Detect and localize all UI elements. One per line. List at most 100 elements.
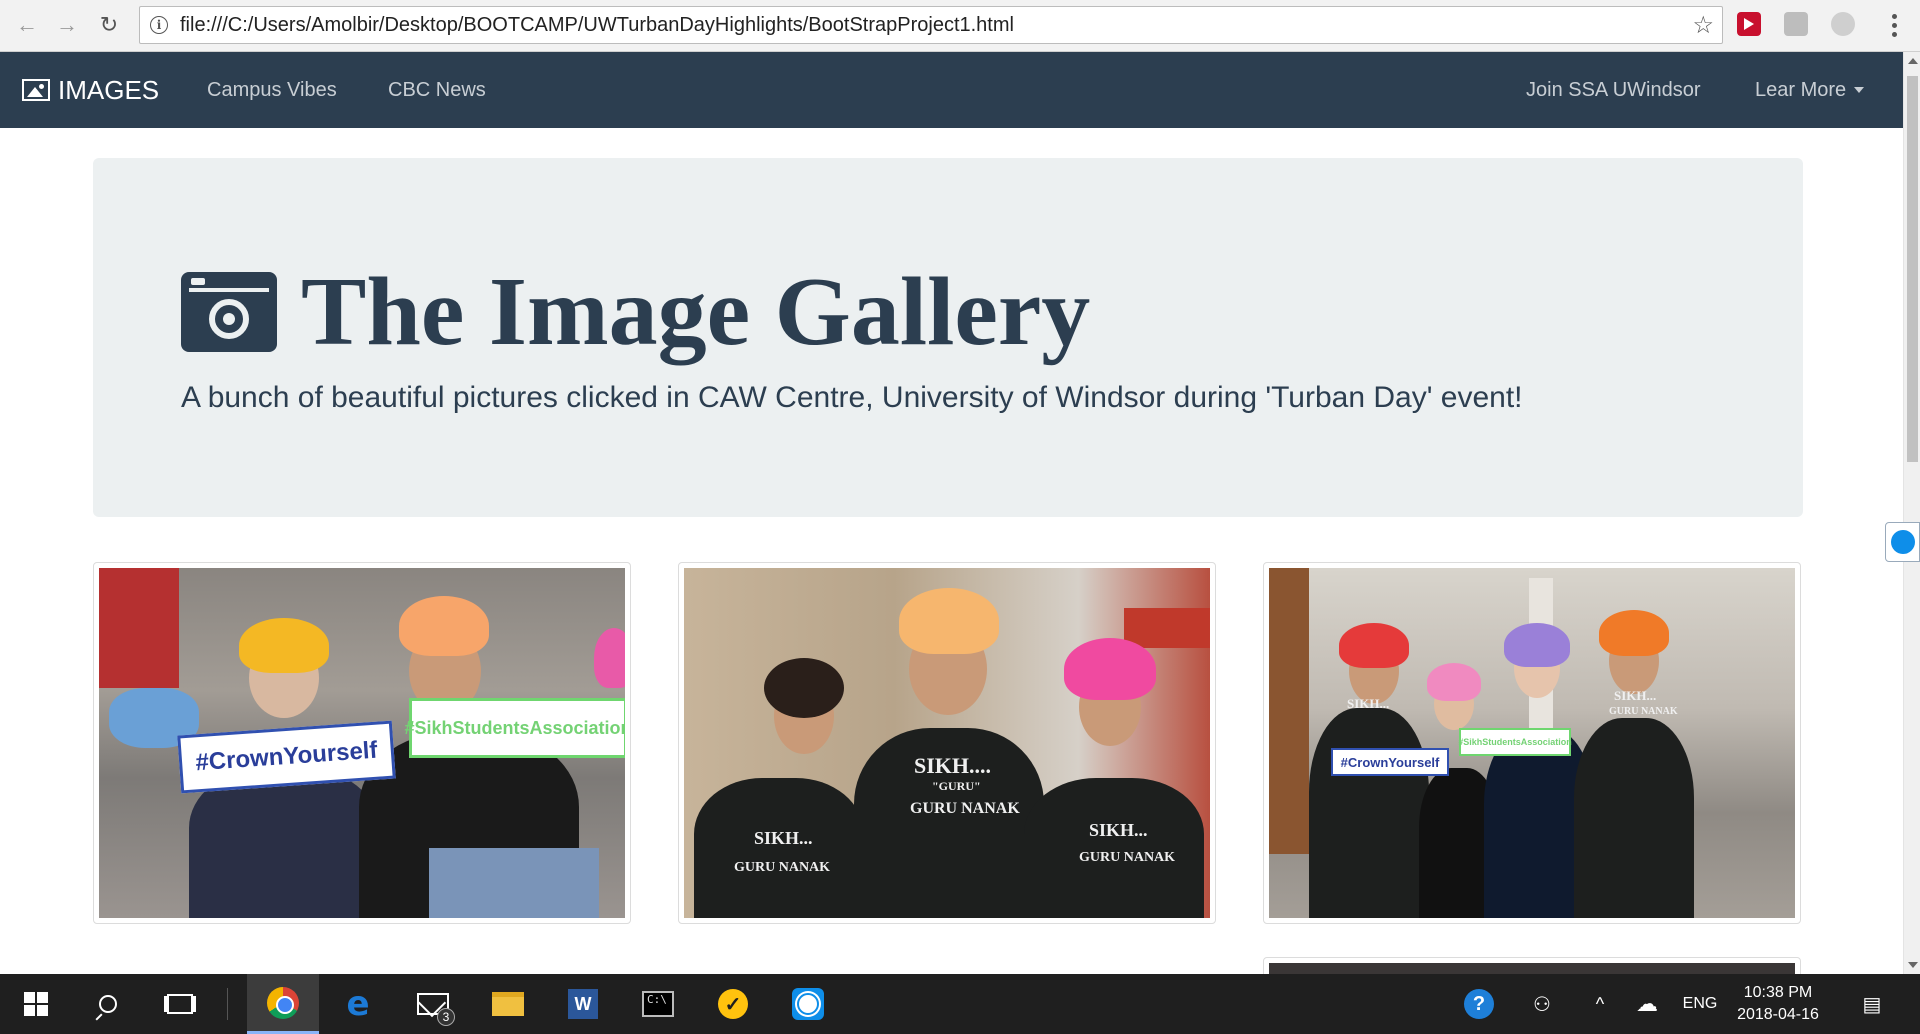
taskbar-app-mail[interactable]: 3: [397, 974, 469, 1034]
scrollbar-thumb[interactable]: [1907, 76, 1918, 462]
tray-people[interactable]: ⚇: [1522, 974, 1562, 1034]
taskbar-app-word[interactable]: W: [547, 974, 619, 1034]
cloud-icon: ☁: [1636, 991, 1658, 1016]
terminal-icon: C:\: [642, 991, 674, 1017]
gallery-thumbnail[interactable]: [1263, 957, 1801, 974]
taskbar-app-file-explorer[interactable]: [472, 974, 544, 1034]
extension-icon[interactable]: [1831, 12, 1855, 36]
browser-menu-icon[interactable]: [1884, 10, 1904, 40]
person-turban: [899, 588, 999, 654]
shirt-text: GURU NANAK: [1609, 706, 1678, 717]
navbar-brand[interactable]: IMAGES: [22, 52, 159, 128]
clock-date: 2018-04-16: [1737, 1006, 1819, 1023]
tray-show-hidden[interactable]: ^: [1582, 974, 1618, 1034]
video-extension-icon[interactable]: [1737, 12, 1761, 36]
gallery-photo[interactable]: [1269, 963, 1795, 974]
shirt-text: SIKH...: [1614, 688, 1657, 703]
folder-icon: [492, 992, 524, 1016]
teamviewer-side-tab[interactable]: [1885, 522, 1920, 562]
nav-dropdown-learn-more[interactable]: Lear More: [1755, 52, 1865, 128]
shirt-text: SIKH...: [1347, 696, 1390, 711]
taskbar-app-command-prompt[interactable]: C:\: [622, 974, 694, 1034]
windows-logo-icon: [24, 992, 48, 1016]
nav-link-cbc-news[interactable]: CBC News: [388, 52, 486, 128]
search-icon: [99, 995, 117, 1013]
gallery-photo[interactable]: #CrownYourself #SikhStudentsAssociation: [99, 568, 625, 918]
people-icon: ⚇: [1533, 993, 1551, 1016]
person-shirt: [1024, 778, 1204, 918]
info-icon[interactable]: i: [150, 16, 168, 34]
tray-clock[interactable]: 10:38 PM 2018-04-16: [1728, 974, 1828, 1034]
shirt-text: SIKH...: [1089, 820, 1148, 840]
taskbar-app-edge[interactable]: e: [322, 974, 394, 1034]
reload-button[interactable]: ↻: [94, 10, 124, 40]
nav-link-join-ssa[interactable]: Join SSA UWindsor: [1526, 52, 1701, 128]
shirt-text: GURU NANAK: [910, 800, 1020, 817]
person-turban: [399, 596, 489, 656]
tray-language[interactable]: ENG: [1677, 974, 1723, 1034]
gallery-thumbnail[interactable]: SIKH... SIKH... GURU NANAK #CrownYoursel…: [1263, 562, 1801, 924]
person-turban: [239, 618, 329, 673]
taskbar-app-chrome[interactable]: [247, 974, 319, 1034]
lead-text: A bunch of beautiful pictures clicked in…: [181, 381, 1523, 414]
forward-arrow-icon: →: [56, 12, 78, 37]
photo-background-wall: [1269, 568, 1309, 854]
bookmark-star-icon[interactable]: ☆: [1692, 11, 1714, 40]
person-shirt: [1574, 718, 1694, 918]
search-button[interactable]: [72, 974, 144, 1034]
shirt-text: SIKH...: [754, 828, 813, 848]
sign-sikh-students-association: #SikhStudentsAssociation: [404, 698, 625, 758]
reload-icon: ↻: [99, 12, 119, 37]
shirt-text: "GURU": [932, 779, 981, 793]
teamviewer-icon: [792, 988, 824, 1020]
task-view-button[interactable]: [144, 974, 216, 1034]
start-button[interactable]: [0, 974, 72, 1034]
person-shirt: [1309, 708, 1429, 918]
person-turban: [1427, 663, 1481, 701]
taskbar-app-norton[interactable]: ✓: [697, 974, 769, 1034]
dropdown-label: Lear More: [1755, 78, 1847, 101]
taskbar-divider: [227, 988, 228, 1020]
scroll-down-icon[interactable]: [1908, 962, 1918, 968]
person-turban: [1064, 638, 1156, 700]
chrome-icon: [267, 986, 299, 1019]
person-turban: [1599, 610, 1669, 656]
gallery-thumbnail[interactable]: SIKH... GURU NANAK SIKH.... "GURU" GURU …: [678, 562, 1216, 924]
scroll-up-icon[interactable]: [1908, 58, 1918, 64]
url-text[interactable]: file:///C:/Users/Amolbir/Desktop/BOOTCAM…: [180, 14, 1014, 37]
tray-help[interactable]: ?: [1457, 974, 1501, 1034]
person-jeans: [429, 848, 599, 918]
gallery-thumbnail[interactable]: #CrownYourself #SikhStudentsAssociation: [93, 562, 631, 924]
mail-count-badge: 3: [437, 1008, 455, 1026]
browser-toolbar: ← → ↻ i file:///C:/Users/Amolbir/Desktop…: [0, 0, 1920, 52]
brand-label: IMAGES: [58, 74, 160, 105]
notification-icon: ▤: [1862, 993, 1882, 1016]
pdf-extension-icon[interactable]: [1784, 12, 1808, 36]
sign-crown-yourself: #CrownYourself: [1331, 748, 1449, 776]
teamviewer-icon: [1890, 530, 1915, 554]
back-button[interactable]: ←: [12, 10, 42, 40]
image-icon: [22, 79, 50, 101]
tray-action-center[interactable]: ▤: [1850, 974, 1894, 1034]
top-navbar: IMAGES Campus Vibes CBC News Join SSA UW…: [0, 52, 1903, 128]
title-text: The Image Gallery: [301, 258, 1091, 366]
forward-button[interactable]: →: [52, 10, 82, 40]
clock-time: 10:38 PM: [1743, 984, 1813, 1001]
page-scrollbar[interactable]: [1903, 52, 1920, 974]
gallery-photo[interactable]: SIKH... SIKH... GURU NANAK #CrownYoursel…: [1269, 568, 1795, 918]
shirt-text: SIKH....: [914, 753, 992, 778]
task-view-icon: [167, 994, 193, 1014]
shirt-text: GURU NANAK: [1079, 850, 1176, 865]
taskbar-app-teamviewer[interactable]: [772, 974, 844, 1034]
caret-down-icon: [1854, 87, 1865, 93]
person-turban: [1339, 623, 1409, 668]
person-turban: [594, 628, 625, 688]
gallery-photo[interactable]: SIKH... GURU NANAK SIKH.... "GURU" GURU …: [684, 568, 1210, 918]
person-turban: [1504, 623, 1570, 667]
photo-background-sign: [1124, 608, 1210, 648]
address-bar[interactable]: i file:///C:/Users/Amolbir/Desktop/BOOTC…: [139, 6, 1723, 44]
jumbotron: The Image Gallery A bunch of beautiful p…: [93, 158, 1803, 517]
nav-link-campus-vibes[interactable]: Campus Vibes: [207, 52, 337, 128]
tray-onedrive[interactable]: ☁: [1627, 974, 1667, 1034]
person-hair: [764, 658, 844, 718]
